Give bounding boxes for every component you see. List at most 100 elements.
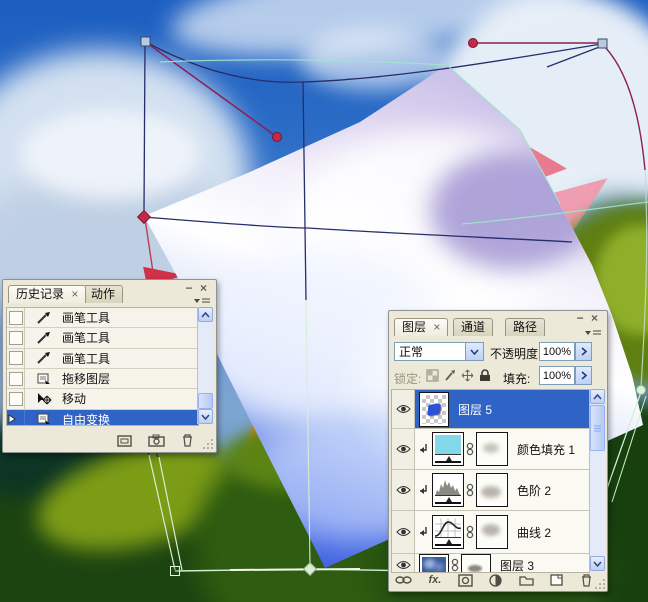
layer-name[interactable]: 图层 5 bbox=[458, 401, 492, 418]
tab-history-close[interactable]: × bbox=[71, 287, 78, 301]
history-brush-well[interactable] bbox=[9, 310, 23, 325]
layer-name[interactable]: 曲线 2 bbox=[517, 524, 551, 541]
layer-visibility-eye-icon[interactable] bbox=[395, 404, 411, 414]
history-row[interactable]: 拖移图层 bbox=[7, 368, 198, 390]
new-document-from-state-icon[interactable] bbox=[117, 434, 132, 447]
history-row[interactable]: 画笔工具 bbox=[7, 348, 198, 369]
dropdown-arrow-icon[interactable] bbox=[465, 343, 483, 360]
lock-transparency-icon[interactable] bbox=[426, 369, 439, 382]
blend-mode-select[interactable]: 正常 bbox=[394, 342, 484, 361]
move-tool-icon bbox=[34, 392, 54, 406]
opacity-value: 100% bbox=[542, 345, 572, 358]
history-brush-well[interactable] bbox=[9, 351, 23, 366]
lock-pixels-icon[interactable] bbox=[444, 369, 457, 382]
layer-row[interactable]: 色阶 2 bbox=[392, 470, 589, 511]
layer-name[interactable]: 颜色填充 1 bbox=[517, 441, 575, 458]
history-step-label: 拖移图层 bbox=[62, 372, 111, 387]
tab-paths[interactable]: 路径 bbox=[505, 318, 546, 336]
layers-window-buttons[interactable]: − × bbox=[577, 312, 600, 324]
new-group-icon[interactable] bbox=[519, 574, 534, 586]
layer-mask-thumbnail[interactable] bbox=[476, 473, 508, 507]
link-layers-icon[interactable] bbox=[395, 575, 412, 585]
delete-state-icon[interactable] bbox=[181, 433, 194, 447]
transform-handle-bottom-left[interactable] bbox=[170, 566, 180, 576]
levels-adjustment-thumbnail[interactable] bbox=[432, 473, 464, 507]
add-layer-mask-icon[interactable] bbox=[458, 573, 473, 587]
layer-visibility-eye-icon[interactable] bbox=[395, 444, 411, 454]
clipping-mask-arrow-icon bbox=[420, 485, 427, 494]
layer-row[interactable]: 图层 5 bbox=[392, 390, 589, 429]
layers-scrollbar[interactable] bbox=[589, 389, 605, 571]
layer-visibility-eye-icon[interactable] bbox=[395, 527, 411, 537]
history-step-label: 画笔工具 bbox=[62, 351, 111, 366]
lock-label: 锁定: bbox=[394, 372, 422, 386]
scrollbar-thumb[interactable] bbox=[198, 393, 213, 409]
new-layer-icon[interactable] bbox=[550, 574, 564, 586]
layer-name[interactable]: 图层 3 bbox=[500, 557, 534, 573]
layer-name[interactable]: 色阶 2 bbox=[517, 482, 551, 499]
layer-mask-link-icon[interactable] bbox=[451, 558, 459, 572]
layer-mask-link-icon[interactable] bbox=[466, 525, 474, 539]
history-brush-well[interactable] bbox=[9, 391, 23, 406]
tab-history[interactable]: 历史记录 × bbox=[8, 285, 87, 303]
history-state-pointer-icon bbox=[8, 414, 16, 425]
new-snapshot-icon[interactable] bbox=[148, 434, 165, 447]
layer-mask-thumbnail[interactable] bbox=[476, 432, 508, 466]
history-row[interactable]: 移动 bbox=[7, 389, 198, 410]
history-brush-well[interactable] bbox=[9, 371, 23, 386]
layer-mask-link-icon[interactable] bbox=[466, 442, 474, 456]
resize-grip[interactable] bbox=[594, 578, 606, 590]
panel-menu-icon[interactable] bbox=[584, 328, 602, 338]
tab-actions[interactable]: 动作 bbox=[83, 285, 124, 303]
layers-panel: − × 图层 × 通道 路径 正常 不透明度: 100% 锁定: 填充: 100… bbox=[388, 310, 608, 592]
panel-menu-icon[interactable] bbox=[193, 296, 211, 306]
history-row[interactable]: 画笔工具 bbox=[7, 328, 198, 349]
layer-mask-thumbnail[interactable] bbox=[461, 554, 491, 572]
history-row[interactable]: 画笔工具 bbox=[7, 308, 198, 329]
lock-all-icon[interactable] bbox=[479, 369, 491, 382]
transform-handle-top-left[interactable] bbox=[140, 36, 151, 47]
resize-grip[interactable] bbox=[202, 438, 214, 450]
new-adjustment-layer-icon[interactable] bbox=[489, 573, 503, 587]
layer-mask-thumbnail[interactable] bbox=[476, 515, 508, 549]
transform-handle-top-right[interactable] bbox=[597, 38, 608, 49]
opacity-spinner[interactable] bbox=[575, 342, 592, 361]
layer-row[interactable]: 曲线 2 bbox=[392, 511, 589, 554]
tab-layers[interactable]: 图层 × bbox=[394, 318, 449, 336]
photoshop-canvas: − × 历史记录 × 动作 画笔工具 画笔工具 画笔工具 拖移图层 移动 自由变… bbox=[0, 0, 648, 602]
history-brush-well[interactable] bbox=[9, 330, 23, 345]
fill-spinner[interactable] bbox=[575, 366, 592, 385]
warp-anchor-bottom[interactable] bbox=[302, 561, 318, 577]
lock-position-icon[interactable] bbox=[461, 369, 474, 382]
scroll-up-button[interactable] bbox=[198, 307, 213, 322]
history-window-buttons[interactable]: − × bbox=[186, 282, 209, 294]
fill-input[interactable]: 100% bbox=[539, 366, 575, 385]
warp-anchor-left[interactable] bbox=[136, 209, 152, 225]
opacity-label: 不透明度: bbox=[490, 347, 542, 361]
scrollbar-thumb[interactable] bbox=[590, 405, 605, 451]
layer-mask-link-icon[interactable] bbox=[466, 483, 474, 497]
scroll-down-button[interactable] bbox=[590, 556, 605, 571]
warp-anchor-right[interactable] bbox=[636, 385, 646, 395]
history-row-selected[interactable]: 自由变换 bbox=[7, 409, 198, 426]
history-scrollbar[interactable] bbox=[197, 307, 213, 424]
tab-layers-close[interactable]: × bbox=[433, 320, 440, 334]
layer-row[interactable]: 图层 3 bbox=[392, 554, 589, 573]
opacity-input[interactable]: 100% bbox=[539, 342, 575, 361]
layer-style-fx-icon[interactable]: fx. bbox=[429, 574, 442, 586]
layer-thumbnail[interactable] bbox=[419, 391, 449, 427]
fill-layer-thumbnail[interactable] bbox=[432, 432, 464, 466]
layer-thumbnail[interactable] bbox=[419, 554, 449, 572]
scroll-down-button[interactable] bbox=[198, 409, 213, 424]
layer-visibility-eye-icon[interactable] bbox=[395, 485, 411, 495]
delete-layer-icon[interactable] bbox=[580, 573, 593, 587]
warp-control-point[interactable] bbox=[468, 38, 478, 48]
warp-control-point[interactable] bbox=[272, 132, 282, 142]
layer-visibility-eye-icon[interactable] bbox=[395, 560, 411, 570]
tab-channels[interactable]: 通道 bbox=[453, 318, 494, 336]
scroll-up-button[interactable] bbox=[590, 389, 605, 404]
history-step-label: 自由变换 bbox=[62, 412, 111, 426]
curves-adjustment-thumbnail[interactable] bbox=[432, 515, 464, 549]
layer-row[interactable]: 颜色填充 1 bbox=[392, 429, 589, 470]
history-list: 画笔工具 画笔工具 画笔工具 拖移图层 移动 自由变换 bbox=[6, 307, 199, 426]
